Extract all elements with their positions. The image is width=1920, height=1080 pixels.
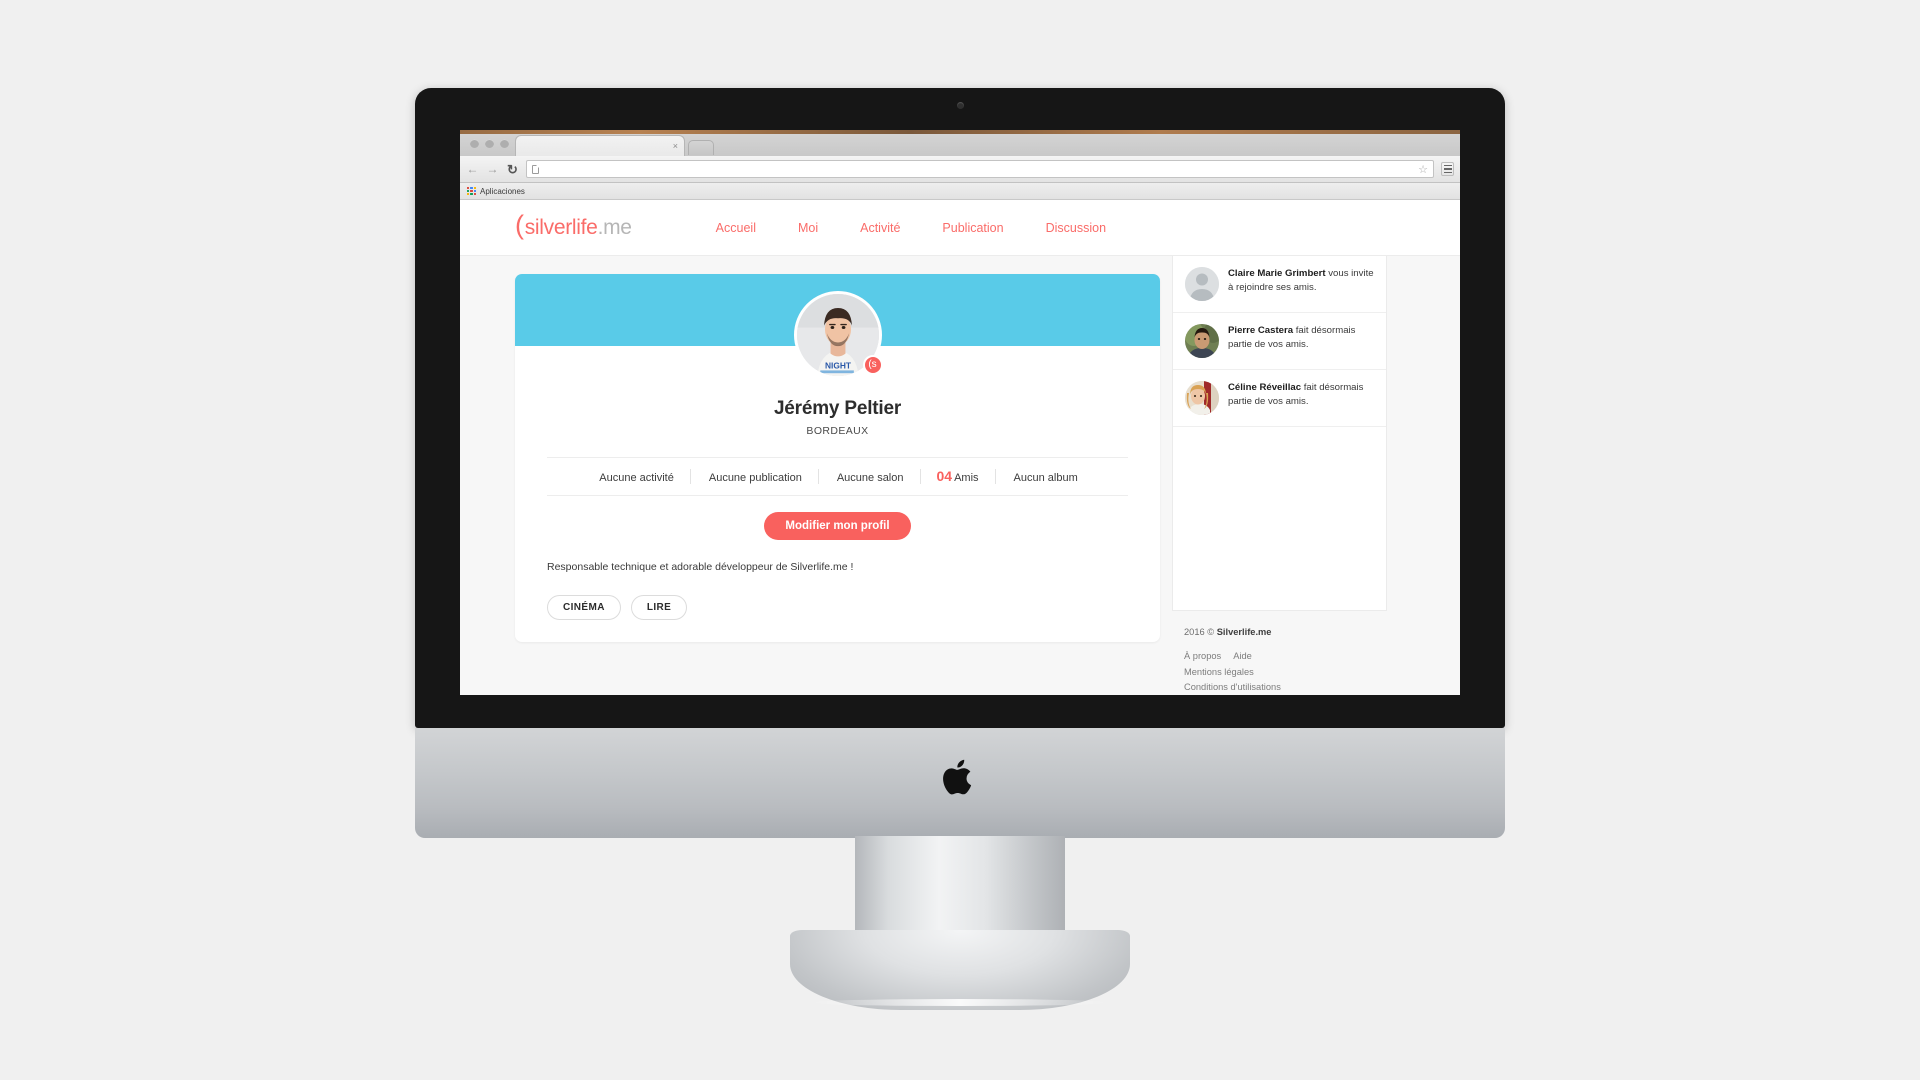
imac-scene: × ← → ↻ ☆ Aplicaciones (silverlife .me …	[0, 0, 1920, 1080]
address-bar[interactable]: ☆	[526, 160, 1434, 178]
page-body: NIGHT (s Jérémy Peltier BORDEAUX Aucune …	[460, 256, 1460, 695]
profile-bio: Responsable technique et adorable dévelo…	[547, 561, 854, 574]
imac-chin	[415, 728, 1505, 838]
stat-publication[interactable]: Aucune publication	[691, 469, 819, 485]
copyright-year: 2016 ©	[1184, 627, 1217, 637]
profile-cover-banner: NIGHT (s	[515, 274, 1160, 379]
site-footer: 2016 © Silverlife.me À propos Aide Mentio…	[1172, 611, 1387, 695]
browser-window: × ← → ↻ ☆ Aplicaciones (silverlife .me …	[460, 130, 1460, 695]
notification-user-name: Céline Réveillac	[1228, 382, 1302, 393]
hamburger-menu-icon[interactable]	[1441, 162, 1454, 176]
stat-activite[interactable]: Aucune activité	[581, 469, 691, 485]
user-placeholder-icon	[1185, 267, 1219, 301]
profile-cta-row: Modifier mon profil	[515, 496, 1160, 560]
notification-user-name: Claire Marie Grimbert	[1228, 268, 1326, 279]
footer-link-mentions-legales[interactable]: Mentions légales	[1184, 667, 1254, 677]
verified-badge: (s	[862, 355, 883, 375]
svg-text:NIGHT: NIGHT	[824, 361, 851, 371]
user-photo-icon	[1185, 324, 1219, 358]
bookmark-aplicaciones[interactable]: Aplicaciones	[480, 187, 525, 196]
avatar-wrapper: NIGHT (s	[793, 291, 883, 379]
stat-album[interactable]: Aucun album	[996, 469, 1094, 484]
sidebar-column: Claire Marie Grimbert vous invite à rejo…	[1172, 256, 1387, 695]
notification-text: Céline Réveillac fait désormais partie d…	[1228, 381, 1374, 408]
bookmarks-bar: Aplicaciones	[460, 183, 1460, 200]
stat-amis-count: 04	[936, 468, 953, 484]
footer-links-row-1: À propos Aide	[1184, 649, 1375, 664]
nav-item-publication[interactable]: Publication	[942, 221, 1003, 235]
logo-tld: .me	[597, 216, 632, 239]
footer-links-row-2: Mentions légales	[1184, 665, 1375, 680]
interest-tags: CINÉMA LIRE	[547, 595, 1128, 621]
avatar	[1185, 267, 1219, 301]
main-content-column: NIGHT (s Jérémy Peltier BORDEAUX Aucune …	[460, 256, 1160, 643]
notification-user-name: Pierre Castera	[1228, 325, 1294, 336]
forward-icon[interactable]: →	[486, 163, 499, 175]
webcam-icon	[956, 102, 964, 109]
window-controls[interactable]	[468, 130, 515, 156]
stat-salon[interactable]: Aucune salon	[819, 469, 921, 485]
footer-link-a-propos[interactable]: À propos	[1184, 651, 1221, 661]
imac-screen: × ← → ↻ ☆ Aplicaciones (silverlife .me …	[460, 130, 1460, 695]
footer-link-aide[interactable]: Aide	[1233, 651, 1252, 661]
profile-stats: Aucune activité Aucune publication Aucun…	[547, 457, 1128, 497]
profile-card: NIGHT (s Jérémy Peltier BORDEAUX Aucune …	[515, 274, 1160, 643]
logo-brand: silverlife	[524, 216, 598, 239]
close-icon[interactable]: ×	[673, 141, 678, 151]
notification-item[interactable]: Claire Marie Grimbert vous invite à rejo…	[1173, 256, 1386, 313]
notification-item[interactable]: Céline Réveillac fait désormais partie d…	[1173, 370, 1386, 427]
copyright: 2016 © Silverlife.me	[1184, 625, 1375, 640]
back-icon[interactable]: ←	[466, 163, 479, 175]
user-photo-icon	[1185, 381, 1219, 415]
page-viewport: (silverlife .me Accueil Moi Activité Publ…	[460, 200, 1460, 695]
profile-city: BORDEAUX	[806, 425, 869, 437]
main-navigation: Accueil Moi Activité Publication Discuss…	[716, 221, 1106, 235]
avatar	[1185, 324, 1219, 358]
site-header: (silverlife .me Accueil Moi Activité Publ…	[460, 200, 1460, 256]
browser-toolbar: ← → ↻ ☆	[460, 156, 1460, 183]
footer-link-conditions[interactable]: Conditions d'utilisations	[1184, 682, 1281, 692]
profile-bio-area: Responsable technique et adorable dévelo…	[515, 560, 1160, 642]
page-icon	[532, 164, 539, 174]
stat-salon-label: Aucune salon	[836, 472, 904, 484]
notifications-card: Claire Marie Grimbert vous invite à rejo…	[1172, 256, 1387, 611]
nav-item-accueil[interactable]: Accueil	[716, 221, 756, 235]
nav-item-moi[interactable]: Moi	[798, 221, 818, 235]
avatar	[1185, 381, 1219, 415]
nav-item-activite[interactable]: Activité	[860, 221, 900, 235]
site-logo[interactable]: (silverlife .me	[515, 210, 632, 240]
notification-item[interactable]: Pierre Castera fait désormais partie de …	[1173, 313, 1386, 370]
logo-paren-icon: (	[515, 210, 524, 240]
edit-profile-button[interactable]: Modifier mon profil	[764, 512, 911, 541]
minimize-window-button[interactable]	[485, 138, 494, 148]
footer-links: À propos Aide Mentions légales Conditions…	[1184, 649, 1375, 695]
new-tab-button[interactable]	[688, 140, 714, 155]
stat-amis-label: Amis	[954, 472, 979, 484]
stand-highlight	[810, 999, 1110, 1006]
copyright-brand: Silverlife.me	[1216, 627, 1272, 637]
nav-item-discussion[interactable]: Discussion	[1046, 221, 1106, 235]
browser-tab[interactable]: ×	[515, 135, 685, 156]
notification-text: Claire Marie Grimbert vous invite à rejo…	[1228, 267, 1374, 294]
stat-publication-label: Aucune publication	[708, 472, 802, 484]
bookmark-star-icon[interactable]: ☆	[1418, 163, 1428, 176]
stat-activite-label: Aucune activité	[599, 472, 674, 484]
stat-amis[interactable]: 04 Amis	[921, 468, 996, 485]
footer-links-row-3: Conditions d'utilisations	[1184, 680, 1375, 695]
apple-logo-icon	[943, 759, 972, 795]
close-window-button[interactable]	[470, 138, 479, 148]
reload-icon[interactable]: ↻	[506, 163, 519, 176]
notification-text: Pierre Castera fait désormais partie de …	[1228, 324, 1374, 351]
browser-tabstrip: ×	[460, 130, 1460, 156]
apps-grid-icon	[467, 186, 476, 196]
profile-name: Jérémy Peltier	[773, 398, 902, 419]
interest-tag-lire[interactable]: LIRE	[630, 595, 688, 621]
interest-tag-cinema[interactable]: CINÉMA	[547, 595, 621, 621]
imac-stand-foot	[790, 930, 1130, 1010]
zoom-window-button[interactable]	[500, 138, 509, 148]
stat-album-label: Aucun album	[1013, 472, 1078, 484]
